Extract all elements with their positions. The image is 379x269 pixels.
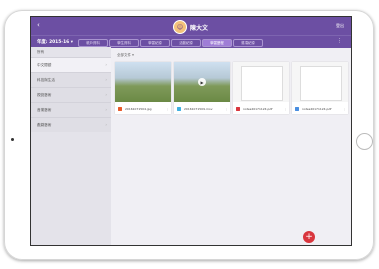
tab-learning[interactable]: 學習紀錄 [140, 38, 170, 47]
tab-portfolio[interactable]: 學習歷程 [202, 38, 232, 47]
file-caption: notes20171124.pdf ⋮ [233, 104, 289, 114]
tab-student[interactable]: 學生資料 [109, 38, 139, 47]
sidebar-item-chinese-reading[interactable]: 中文閱讀 › [31, 57, 111, 72]
tablet-frame: ‹ ☺ 陳大文 登出 年度: 2015-16 ▾ 帳戶資料 學生資料 學習紀錄 … [4, 10, 374, 260]
file-menu-icon[interactable]: ⋮ [343, 104, 346, 114]
chevron-right-icon: › [105, 122, 107, 127]
file-filter-dropdown[interactable]: 全部文件 ▾ [117, 53, 134, 58]
tab-account[interactable]: 帳戶資料 [78, 38, 108, 47]
more-icon[interactable]: ⋮ [337, 38, 342, 44]
app-screen: ‹ ☺ 陳大文 登出 年度: 2015-16 ▾ 帳戶資料 學生資料 學習紀錄 … [30, 16, 352, 246]
add-button[interactable]: + [303, 231, 315, 243]
sidebar-item-label: 科技與生活 [37, 78, 55, 82]
chevron-right-icon: › [105, 62, 107, 67]
logout-button[interactable]: 登出 [336, 23, 344, 29]
file-area: 全部文件 ▾ 20161071504.jpg ⋮ ▶ 20161071509.m… [111, 47, 351, 245]
document-page [241, 66, 283, 101]
tab-awards[interactable]: 獎項紀錄 [233, 38, 263, 47]
file-card[interactable]: notes20171124.pdf ⋮ [233, 62, 289, 114]
camera-dot [11, 138, 14, 141]
chevron-right-icon: › [105, 107, 107, 112]
year-selector[interactable]: 年度: 2015-16 ▾ [37, 39, 73, 45]
file-caption: 20161071509.mov ⋮ [174, 104, 230, 114]
file-menu-icon[interactable]: ⋮ [284, 104, 287, 114]
file-menu-icon[interactable]: ⋮ [166, 104, 169, 114]
file-name: notes20171124.pdf [302, 107, 332, 111]
chevron-right-icon: › [105, 92, 107, 97]
sidebar: 所有 中文閱讀 › 科技與生活 › 視覺藝術 › 音樂藝術 › 戲劇藝術 › [31, 47, 111, 245]
sidebar-item-label: 戲劇藝術 [37, 123, 52, 127]
file-card[interactable]: ▶ 20161071509.mov ⋮ [174, 62, 230, 114]
sidebar-item-music[interactable]: 音樂藝術 › [31, 102, 111, 117]
document-thumbnail[interactable] [292, 62, 348, 102]
sidebar-item-label: 音樂藝術 [37, 108, 52, 112]
image-file-icon [118, 107, 122, 111]
file-name: 20161071504.jpg [125, 107, 152, 111]
video-thumbnail[interactable]: ▶ [174, 62, 230, 102]
file-caption: 20161071504.jpg ⋮ [115, 104, 171, 114]
document-thumbnail[interactable] [233, 62, 289, 102]
pdf-file-icon [295, 107, 299, 111]
user-info: ☺ 陳大文 [173, 20, 208, 34]
chevron-right-icon: › [105, 77, 107, 82]
tab-activity[interactable]: 活動紀錄 [171, 38, 201, 47]
image-thumbnail[interactable] [115, 62, 171, 102]
sidebar-item-visual-arts[interactable]: 視覺藝術 › [31, 87, 111, 102]
file-name: notes20171124.pdf [243, 107, 273, 111]
sidebar-item-drama[interactable]: 戲劇藝術 › [31, 117, 111, 132]
sidebar-item-tech-life[interactable]: 科技與生活 › [31, 72, 111, 87]
pdf-file-icon [236, 107, 240, 111]
document-page [300, 66, 342, 101]
play-icon[interactable]: ▶ [198, 78, 206, 86]
title-bar: ‹ ☺ 陳大文 登出 [31, 17, 351, 35]
file-card[interactable]: notes20171124.pdf ⋮ [292, 62, 348, 114]
video-file-icon [177, 107, 181, 111]
sidebar-item-label: 視覺藝術 [37, 93, 52, 97]
file-caption: notes20171124.pdf ⋮ [292, 104, 348, 114]
sidebar-header[interactable]: 所有 [31, 47, 111, 57]
file-menu-icon[interactable]: ⋮ [225, 104, 228, 114]
sidebar-item-label: 中文閱讀 [37, 63, 52, 67]
file-card[interactable]: 20161071504.jpg ⋮ [115, 62, 171, 114]
avatar: ☺ [173, 20, 187, 34]
home-button[interactable] [356, 133, 373, 150]
back-icon[interactable]: ‹ [37, 21, 40, 30]
file-name: 20161071509.mov [184, 107, 213, 111]
username: 陳大文 [190, 24, 209, 32]
